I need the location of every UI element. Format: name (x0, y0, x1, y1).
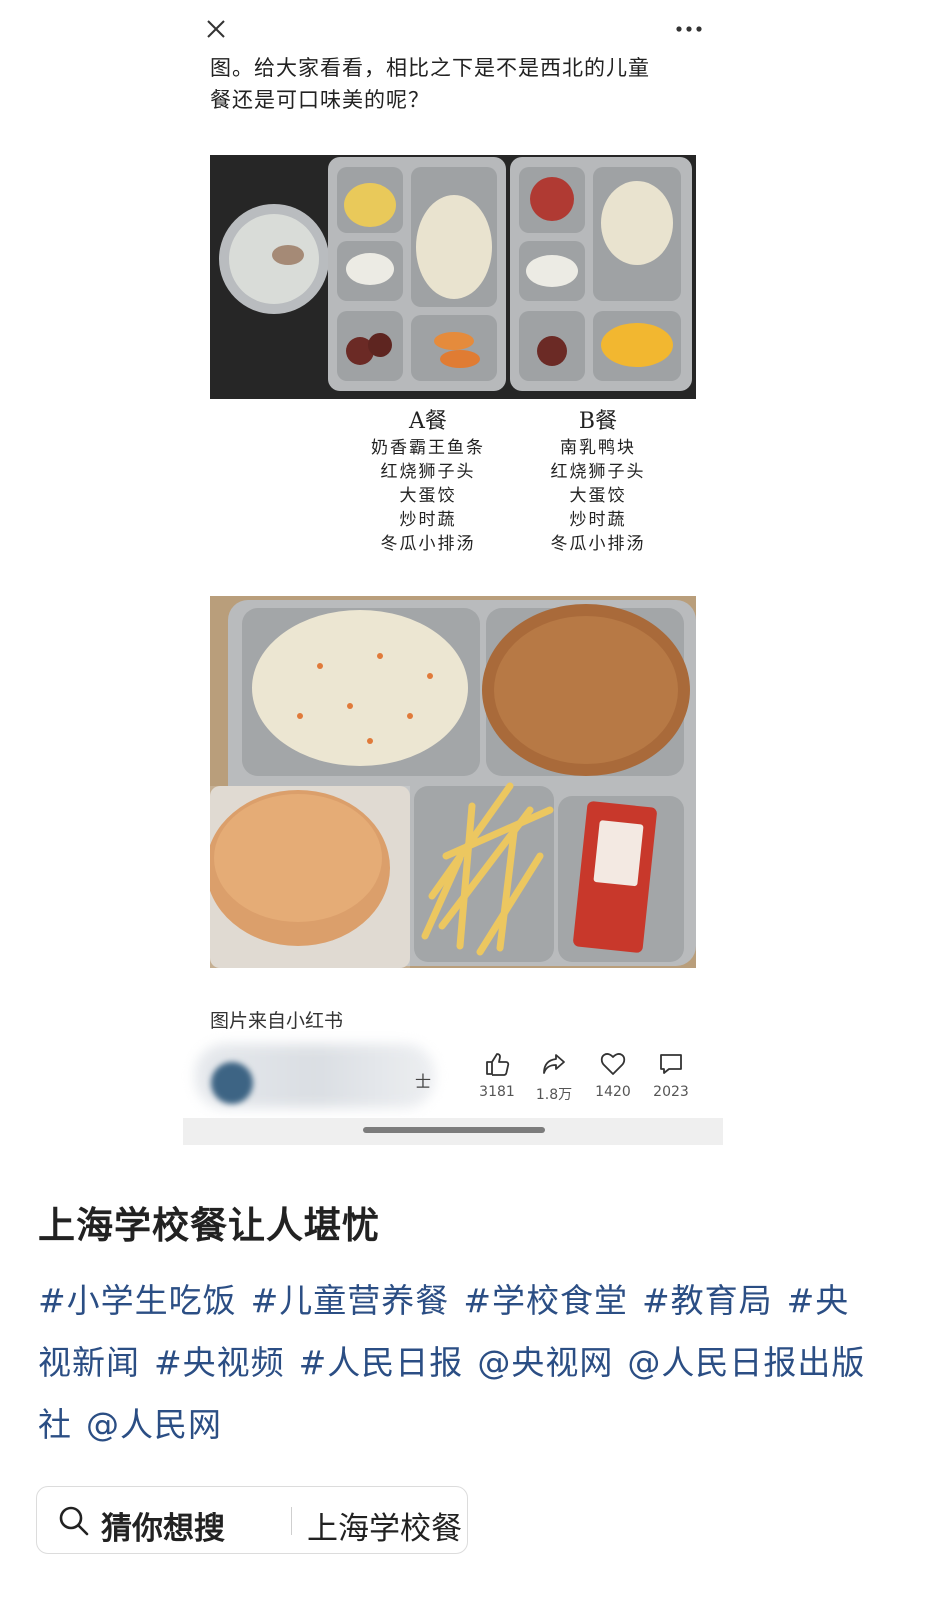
hashtag-link[interactable]: #学校食堂 (463, 1281, 628, 1320)
home-indicator (363, 1127, 545, 1133)
divider (291, 1507, 292, 1535)
menu-b: B餐 南乳鸭块 红烧狮子头 大蛋饺 炒时蔬 冬瓜小排汤 (513, 408, 683, 556)
embed-topbar (183, 0, 723, 58)
intro-line: 图。给大家看看，相比之下是不是西北的儿童 (210, 56, 650, 80)
share-icon (543, 1054, 565, 1074)
hashtag-link[interactable]: #央视频 (154, 1343, 285, 1382)
favorite-button[interactable]: 1420 (585, 1050, 641, 1100)
menu-a-item: 红烧狮子头 (380, 462, 476, 482)
menu-b-item: 红烧狮子头 (550, 462, 646, 482)
mention-link[interactable]: @人民网 (86, 1405, 222, 1444)
close-button[interactable] (199, 12, 233, 46)
suggested-search-query: 上海学校餐 (307, 1511, 462, 1547)
image-source-caption: 图片来自小红书 (210, 1010, 344, 1032)
like-button[interactable]: 3181 (469, 1050, 525, 1100)
share-button[interactable]: 1.8万 (526, 1050, 582, 1104)
menu-a: A餐 奶香霸王鱼条 红烧狮子头 大蛋饺 炒时蔬 冬瓜小排汤 (343, 408, 513, 556)
search-icon (59, 1506, 89, 1536)
embed-intro-text: 图。给大家看看，相比之下是不是西北的儿童 餐还是可口味美的呢？ (210, 52, 705, 116)
menu-b-item: 冬瓜小排汤 (550, 534, 646, 554)
hashtag-link[interactable]: #儿童营养餐 (251, 1281, 450, 1320)
menu-a-title: A餐 (409, 409, 447, 434)
hashtag-link[interactable]: #人民日报 (299, 1343, 464, 1382)
hashtag-link[interactable]: #教育局 (642, 1281, 773, 1320)
suggested-search-button[interactable]: 猜你想搜 上海学校餐 (36, 1486, 468, 1554)
favorite-count: 1420 (595, 1084, 631, 1100)
like-count: 3181 (479, 1084, 515, 1100)
embed-bottom-bar (183, 1118, 723, 1145)
hashtag-link[interactable]: #小学生吃饭 (38, 1281, 237, 1320)
avatar[interactable] (211, 1062, 253, 1104)
author-name[interactable]: 士 (415, 1068, 431, 1092)
school-meal-image (210, 596, 696, 968)
heart-icon (600, 1053, 626, 1075)
menu-b-item: 大蛋饺 (569, 486, 627, 506)
close-icon (207, 20, 225, 38)
more-icon (676, 26, 702, 32)
comment-icon (660, 1054, 682, 1074)
menu-b-item: 南乳鸭块 (560, 438, 636, 458)
menu-a-item: 炒时蔬 (399, 510, 457, 530)
share-count: 1.8万 (535, 1087, 573, 1103)
lunch-trays-image (210, 155, 696, 399)
embedded-screenshot: 图。给大家看看，相比之下是不是西北的儿童 餐还是可口味美的呢？ A餐 奶香霸王鱼… (183, 0, 723, 1145)
menu-a-item: 奶香霸王鱼条 (371, 438, 485, 458)
menu-a-item: 冬瓜小排汤 (380, 534, 476, 554)
menu-b-item: 炒时蔬 (569, 510, 627, 530)
post-tags: #小学生吃饭 #儿童营养餐 #学校食堂 #教育局 #央视新闻 #央视频 #人民日报 @央视网 @… (38, 1270, 868, 1456)
thumbs-up-icon (486, 1053, 510, 1076)
lunch-trays-photo (210, 155, 696, 399)
comment-count: 2023 (653, 1084, 689, 1100)
comment-button[interactable]: 2023 (643, 1050, 699, 1100)
more-button[interactable] (671, 14, 707, 44)
mention-link[interactable]: @央视网 (477, 1343, 613, 1382)
post-title: 上海学校餐让人堪忧 (38, 1204, 380, 1247)
suggested-search-label: 猜你想搜 (101, 1511, 225, 1547)
menu-b-title: B餐 (578, 409, 618, 434)
menu-a-item: 大蛋饺 (399, 486, 457, 506)
school-meal-photo (210, 596, 696, 968)
intro-line: 餐还是可口味美的呢？ (210, 88, 430, 112)
